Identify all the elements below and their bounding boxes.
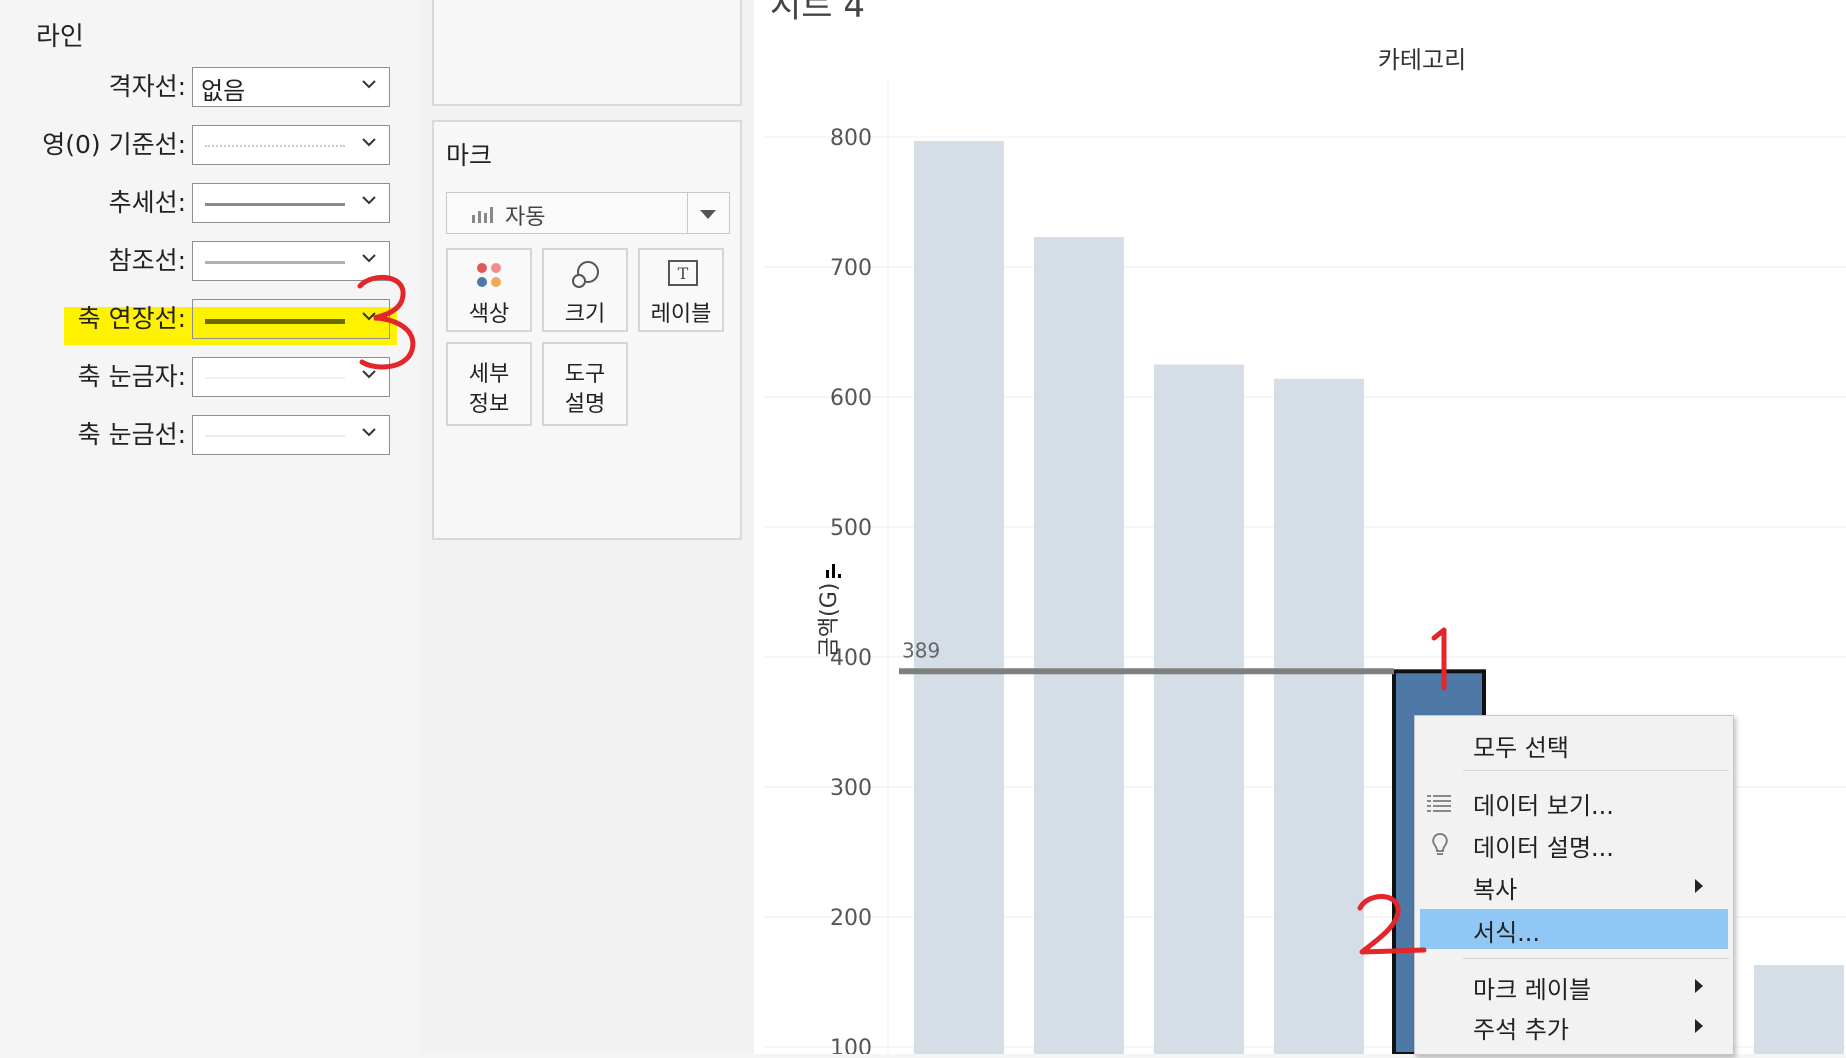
column-header: 카테고리: [1378, 46, 1466, 74]
label-button[interactable]: T 레이블: [638, 248, 724, 332]
size-label: 크기: [564, 302, 606, 327]
menu-item-select-all[interactable]: 모두 선택: [1415, 724, 1731, 764]
chart-pane: 시트 4 100 200 300 400 500 600 700 800 카테고리 금액(G) 38…: [754, 0, 1846, 1058]
caret-down-icon: [700, 210, 716, 219]
menu-item-label: 복사: [1473, 876, 1518, 904]
color-button[interactable]: 색상: [446, 248, 532, 332]
annotation-number-3: [357, 274, 416, 370]
detail-label-1: 세부: [468, 362, 510, 387]
mark-type-dropdown[interactable]: 자동: [446, 192, 730, 234]
menu-item-label: 모두 선택: [1473, 734, 1569, 762]
axis-tick-label: 축 눈금선:: [77, 420, 186, 449]
filters-card: [432, 0, 742, 106]
side-panel: 마크 자동 색상 크기 T 레이블 세부 정보 도구 설명: [420, 0, 756, 1054]
bar: [1274, 378, 1364, 1054]
axis-extension-label: 축 연장선:: [77, 304, 186, 333]
menu-separator: [1463, 770, 1729, 771]
menu-item-mark-label[interactable]: 마크 레이블: [1415, 966, 1731, 1006]
line-style-sample: [205, 377, 345, 379]
format-pane: 라인 격자선: 없음 영(0) 기준선: 추세선: 참조선: 축 연장선: 축 …: [0, 0, 422, 1054]
axis-ruler-label: 축 눈금자:: [77, 362, 186, 391]
menu-item-label: 데이터 보기...: [1473, 792, 1614, 820]
trend-line-dropdown[interactable]: [192, 183, 390, 223]
size-circles-icon: [572, 261, 599, 288]
marks-card: 마크 자동 색상 크기 T 레이블 세부 정보 도구 설명: [432, 120, 742, 540]
line-style-sample: [205, 203, 345, 206]
tooltip-label-2: 설명: [564, 392, 606, 417]
label-label: 레이블: [650, 302, 712, 327]
lightbulb-icon: [1432, 833, 1448, 855]
menu-item-label: 주석 추가: [1473, 1016, 1569, 1044]
axis-sort-icon: [838, 574, 841, 578]
y-tick-label: 500: [830, 516, 872, 541]
chevron-down-icon: [362, 428, 376, 437]
color-dots-icon: [477, 263, 501, 287]
detail-label-2: 정보: [468, 392, 510, 417]
reference-value-label: 389: [902, 638, 940, 662]
submenu-arrow-icon: [1695, 979, 1703, 993]
tooltip-button[interactable]: 도구 설명: [542, 342, 628, 426]
dropdown-divider: [687, 193, 688, 233]
trend-line-label: 추세선:: [108, 188, 186, 217]
axis-sort-icon: [826, 570, 829, 578]
y-axis-label: 금액(G): [817, 583, 842, 658]
line-style-sample: [205, 145, 345, 147]
bar: [914, 140, 1004, 1054]
menu-item-view-data[interactable]: 데이터 보기...: [1415, 782, 1731, 822]
gridline-value: 없음: [201, 77, 246, 105]
menu-item-format[interactable]: 서식...: [1420, 909, 1728, 949]
section-title: 라인: [36, 22, 84, 52]
chevron-down-icon: [362, 80, 376, 89]
size-button[interactable]: 크기: [542, 248, 628, 332]
table-grid-icon: [1427, 795, 1451, 812]
annotation-number-1: [1431, 627, 1447, 691]
submenu-arrow-icon: [1695, 1019, 1703, 1033]
line-style-sample: [205, 319, 345, 324]
y-tick-label: 600: [830, 386, 872, 411]
axis-sort-icon: [832, 564, 835, 578]
gridline-label: 격자선:: [108, 72, 186, 101]
bar: [1034, 237, 1124, 1055]
axis-tick-dropdown[interactable]: [192, 415, 390, 455]
y-tick-label: 800: [830, 126, 872, 151]
y-tick-label: 100: [830, 1036, 872, 1054]
bar: [1154, 364, 1244, 1054]
menu-item-label: 데이터 설명...: [1473, 834, 1614, 862]
detail-button[interactable]: 세부 정보: [446, 342, 532, 426]
bar-chart-icon: [472, 207, 493, 223]
line-style-sample: [205, 261, 345, 264]
menu-separator: [1463, 958, 1729, 959]
menu-item-copy[interactable]: 복사: [1415, 866, 1731, 906]
zero-line-dropdown[interactable]: [192, 125, 390, 165]
gridline-dropdown[interactable]: 없음: [192, 67, 390, 107]
bar: [1754, 965, 1844, 1054]
y-tick-label: 200: [830, 906, 872, 931]
menu-item-label: 마크 레이블: [1473, 976, 1592, 1004]
menu-item-label: 서식...: [1473, 919, 1541, 947]
chevron-down-icon: [362, 138, 376, 147]
reference-line-label: 참조선:: [108, 246, 186, 275]
menu-item-add-annotation[interactable]: 주석 추가: [1415, 1006, 1731, 1046]
color-label: 색상: [468, 302, 510, 327]
svg-text:T: T: [678, 264, 689, 283]
mark-type-value: 자동: [505, 205, 546, 230]
chevron-down-icon: [362, 196, 376, 205]
menu-item-explain-data[interactable]: 데이터 설명...: [1415, 824, 1731, 864]
y-tick-label: 300: [830, 776, 872, 801]
zero-line-label: 영(0) 기준선:: [42, 130, 186, 159]
marks-card-title: 마크: [446, 141, 493, 170]
tooltip-label-1: 도구: [564, 362, 606, 387]
line-style-sample: [205, 435, 345, 437]
submenu-arrow-icon: [1695, 879, 1703, 893]
chevron-down-icon: [362, 254, 376, 263]
annotation-number-2: [1357, 894, 1427, 955]
y-tick-label: 700: [830, 256, 872, 281]
context-menu: 모두 선택 데이터 보기... 데이터 설명... 복사 서식... 마크 레이…: [1414, 715, 1734, 1055]
text-label-icon: T: [668, 260, 698, 286]
